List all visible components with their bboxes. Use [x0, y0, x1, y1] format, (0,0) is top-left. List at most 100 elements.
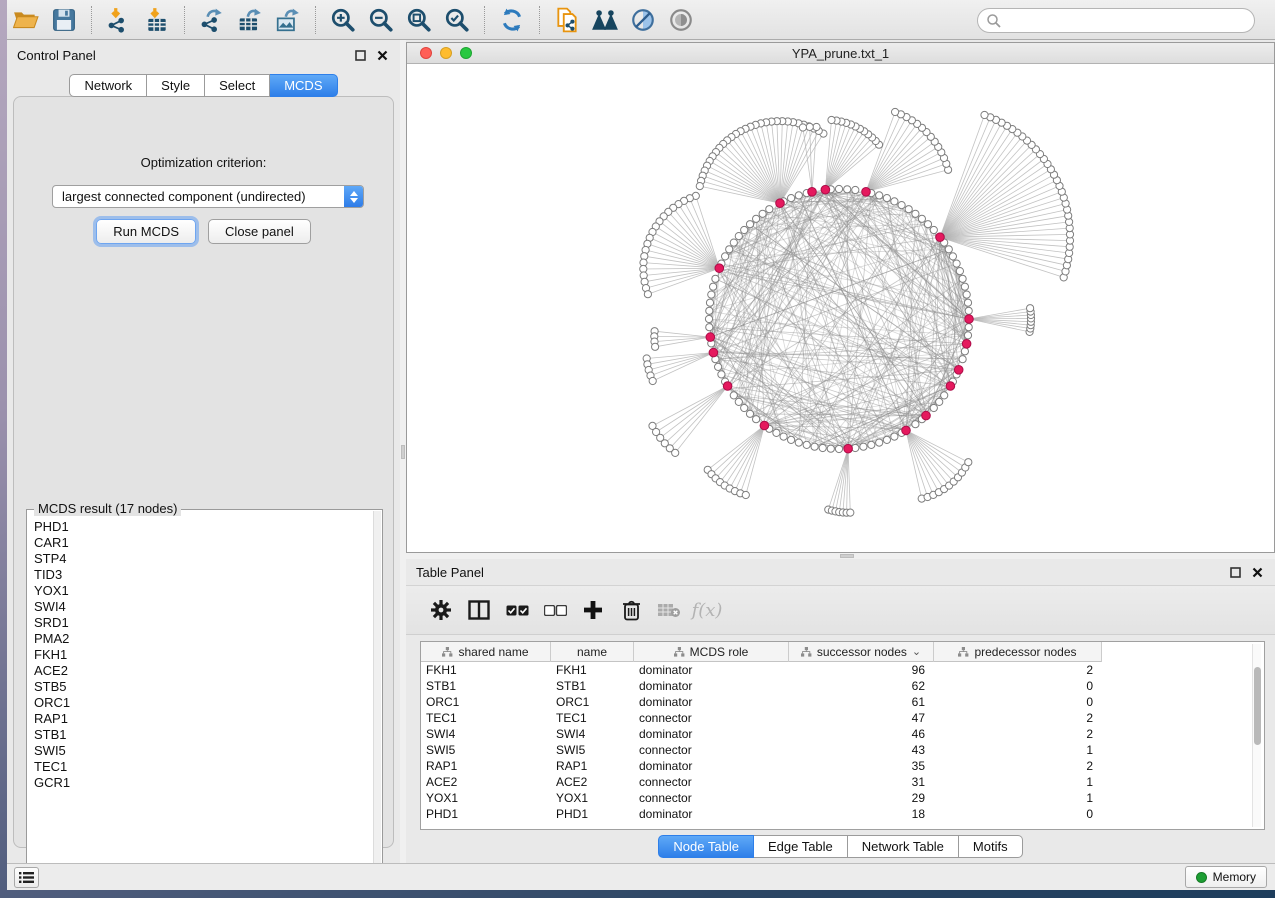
- network-node[interactable]: [811, 443, 818, 450]
- table-row[interactable]: STB1STB1dominator620: [421, 678, 1264, 694]
- dominator-node[interactable]: [821, 185, 830, 194]
- optimization-criterion-select[interactable]: largest connected component (undirected): [52, 185, 364, 208]
- save-session-button[interactable]: [45, 4, 83, 36]
- dominator-node[interactable]: [862, 188, 871, 197]
- network-node[interactable]: [945, 246, 952, 253]
- network-node[interactable]: [706, 324, 713, 331]
- dominator-node[interactable]: [962, 340, 971, 349]
- network-node[interactable]: [883, 195, 890, 202]
- network-node[interactable]: [883, 436, 890, 443]
- clone-network-button[interactable]: [548, 4, 586, 36]
- network-node[interactable]: [730, 392, 737, 399]
- close-panel-button[interactable]: Close panel: [208, 219, 311, 244]
- dominator-node[interactable]: [844, 444, 853, 453]
- network-node[interactable]: [795, 192, 802, 199]
- network-node[interactable]: [891, 198, 898, 205]
- mcds-result-item[interactable]: RAP1: [34, 711, 373, 727]
- network-node[interactable]: [644, 291, 651, 298]
- network-node[interactable]: [965, 307, 972, 314]
- refresh-layout-button[interactable]: [493, 4, 531, 36]
- mcds-result-item[interactable]: PMA2: [34, 631, 373, 647]
- network-node[interactable]: [819, 444, 826, 451]
- network-node[interactable]: [696, 183, 703, 190]
- mcds-result-item[interactable]: YOX1: [34, 583, 373, 599]
- float-table-panel-icon[interactable]: [1227, 564, 1243, 580]
- network-node[interactable]: [964, 299, 971, 306]
- mcds-result-item[interactable]: STB1: [34, 727, 373, 743]
- network-node[interactable]: [652, 343, 659, 350]
- network-node[interactable]: [712, 275, 719, 282]
- dominator-node[interactable]: [922, 411, 931, 420]
- network-node[interactable]: [965, 324, 972, 331]
- network-node[interactable]: [827, 445, 834, 452]
- network-node[interactable]: [722, 253, 729, 260]
- tab-style[interactable]: Style: [147, 74, 205, 97]
- table-scrollbar-thumb[interactable]: [1254, 667, 1261, 745]
- table-row[interactable]: SWI4SWI4dominator462: [421, 726, 1264, 742]
- table-settings-button[interactable]: [422, 593, 460, 627]
- mcds-result-item[interactable]: TEC1: [34, 759, 373, 775]
- network-node[interactable]: [759, 210, 766, 217]
- tab-select[interactable]: Select: [205, 74, 270, 97]
- network-node[interactable]: [868, 441, 875, 448]
- network-node[interactable]: [964, 332, 971, 339]
- mcds-result-item[interactable]: SWI5: [34, 743, 373, 759]
- mcds-result-item[interactable]: ACE2: [34, 663, 373, 679]
- dominator-node[interactable]: [760, 421, 769, 430]
- network-node[interactable]: [953, 260, 960, 267]
- network-node[interactable]: [892, 108, 899, 115]
- toggle-birdseye-button[interactable]: [662, 4, 700, 36]
- network-node[interactable]: [891, 433, 898, 440]
- network-node[interactable]: [918, 215, 925, 222]
- network-node[interactable]: [905, 206, 912, 213]
- network-node[interactable]: [649, 377, 656, 384]
- show-log-button[interactable]: [14, 867, 39, 888]
- import-table-button[interactable]: [138, 4, 176, 36]
- network-node[interactable]: [959, 356, 966, 363]
- table-scrollbar[interactable]: [1252, 644, 1261, 827]
- network-node[interactable]: [828, 116, 835, 123]
- network-node[interactable]: [746, 221, 753, 228]
- network-node[interactable]: [912, 421, 919, 428]
- dominator-node[interactable]: [954, 366, 963, 375]
- dominator-node[interactable]: [965, 315, 974, 324]
- mcds-result-item[interactable]: GCR1: [34, 775, 373, 791]
- network-node[interactable]: [930, 226, 937, 233]
- mcds-result-item[interactable]: SRD1: [34, 615, 373, 631]
- network-node[interactable]: [726, 246, 733, 253]
- network-node[interactable]: [795, 439, 802, 446]
- network-node[interactable]: [730, 239, 737, 246]
- create-column-button[interactable]: [574, 593, 612, 627]
- network-node[interactable]: [735, 233, 742, 240]
- network-node[interactable]: [715, 363, 722, 370]
- network-node[interactable]: [956, 268, 963, 275]
- function-builder-button-disabled[interactable]: f(x): [688, 593, 726, 627]
- delete-table-button-disabled[interactable]: [650, 593, 688, 627]
- network-node[interactable]: [706, 307, 713, 314]
- zoom-fit-button[interactable]: [400, 4, 438, 36]
- column-header-shared-name[interactable]: shared name: [421, 642, 551, 662]
- network-node[interactable]: [766, 206, 773, 213]
- mcds-result-item[interactable]: SWI4: [34, 599, 373, 615]
- memory-button[interactable]: Memory: [1185, 866, 1267, 888]
- tab-mcds[interactable]: MCDS: [270, 74, 337, 97]
- network-node[interactable]: [710, 283, 717, 290]
- column-header-predecessor-nodes[interactable]: predecessor nodes: [934, 642, 1102, 662]
- network-window-titlebar[interactable]: YPA_prune.txt_1: [407, 43, 1274, 64]
- dominator-node[interactable]: [706, 333, 715, 342]
- select-all-columns-button[interactable]: [498, 593, 536, 627]
- export-table-button[interactable]: [231, 4, 269, 36]
- network-node[interactable]: [963, 291, 970, 298]
- network-node[interactable]: [924, 221, 931, 228]
- tab-network[interactable]: Network: [69, 74, 147, 97]
- mcds-result-item[interactable]: CAR1: [34, 535, 373, 551]
- column-header-MCDS-role[interactable]: MCDS role: [634, 642, 789, 662]
- network-node[interactable]: [706, 299, 713, 306]
- network-node[interactable]: [965, 459, 972, 466]
- network-node[interactable]: [847, 509, 854, 516]
- import-network-button[interactable]: [100, 4, 138, 36]
- network-node[interactable]: [741, 404, 748, 411]
- mcds-result-item[interactable]: STP4: [34, 551, 373, 567]
- network-node[interactable]: [912, 210, 919, 217]
- network-node[interactable]: [876, 439, 883, 446]
